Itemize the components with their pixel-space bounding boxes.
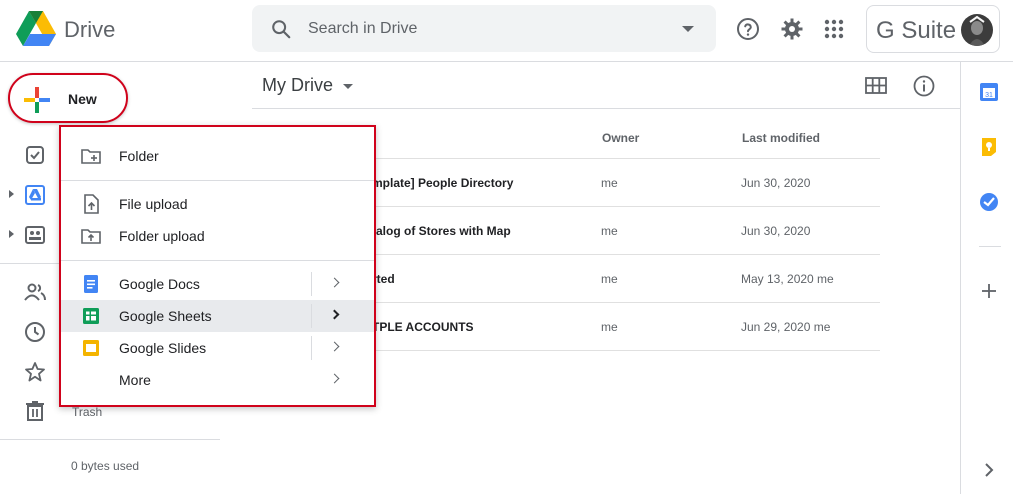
recent-clock-icon[interactable] xyxy=(24,321,46,343)
table-row[interactable]: mplate] People Directory me Jun 30, 2020 xyxy=(300,158,880,206)
expand-my-drive-icon[interactable] xyxy=(9,190,14,198)
toolbar-divider xyxy=(252,108,960,109)
submenu-separator xyxy=(311,272,312,296)
search-icon[interactable] xyxy=(270,18,292,40)
my-drive-icon[interactable] xyxy=(24,184,46,206)
menu-item-file-upload[interactable]: File upload xyxy=(61,188,374,220)
google-slides-icon xyxy=(83,340,99,356)
submenu-chevron-icon[interactable] xyxy=(329,277,340,288)
table-row[interactable]: rted me May 13, 2020 me xyxy=(300,254,880,302)
avatar[interactable] xyxy=(961,14,993,46)
file-name: mplate] People Directory xyxy=(372,176,514,190)
trash-icon[interactable] xyxy=(24,400,46,422)
search-options-icon[interactable] xyxy=(682,26,694,32)
menu-item-more[interactable]: More xyxy=(61,364,374,396)
page-title[interactable]: My Drive xyxy=(262,75,333,96)
search-input[interactable] xyxy=(308,16,668,42)
folder-upload-icon xyxy=(81,229,101,244)
column-header-last-modified[interactable]: Last modified xyxy=(742,131,820,145)
submenu-chevron-icon[interactable] xyxy=(329,309,340,320)
file-owner: me xyxy=(601,272,618,286)
menu-item-google-sheets[interactable]: Google Sheets xyxy=(61,300,374,332)
top-bar: Drive G Su xyxy=(0,0,1013,62)
info-icon[interactable] xyxy=(913,75,935,97)
file-modified: Jun 29, 2020 me xyxy=(741,320,831,334)
my-drive-dropdown-icon[interactable] xyxy=(343,84,353,89)
menu-divider xyxy=(61,180,374,181)
column-header-owner[interactable]: Owner xyxy=(602,131,639,145)
starred-icon[interactable] xyxy=(24,361,46,383)
table-bottom-border xyxy=(300,350,880,351)
tasks-icon[interactable] xyxy=(979,192,999,212)
new-button[interactable]: New xyxy=(8,73,128,123)
file-owner: me xyxy=(601,176,618,190)
sidebar-item-trash[interactable]: Trash xyxy=(72,405,102,419)
file-name: talog of Stores with Map xyxy=(372,224,511,238)
calendar-icon[interactable]: 31 xyxy=(979,82,999,102)
add-addon-plus-icon[interactable] xyxy=(979,281,999,301)
app-name[interactable]: Drive xyxy=(64,17,115,43)
storage-usage: 0 bytes used xyxy=(71,459,140,473)
submenu-separator xyxy=(311,336,312,360)
storage-divider xyxy=(0,439,220,440)
file-modified: Jun 30, 2020 xyxy=(741,176,811,190)
side-panel: 31 xyxy=(960,62,1013,494)
plus-icon xyxy=(24,87,50,113)
menu-item-folder[interactable]: Folder xyxy=(61,140,374,172)
help-icon[interactable] xyxy=(736,17,760,41)
shared-with-me-icon[interactable] xyxy=(24,281,46,303)
file-upload-icon xyxy=(84,194,99,214)
table-row[interactable]: TPLE ACCOUNTS me Jun 29, 2020 me xyxy=(300,302,880,350)
file-owner: me xyxy=(601,224,618,238)
menu-item-label: More xyxy=(119,372,151,388)
new-button-label: New xyxy=(68,91,97,107)
new-folder-icon xyxy=(81,149,101,164)
submenu-separator xyxy=(311,304,312,328)
side-panel-divider xyxy=(979,246,1001,247)
apps-grid-icon[interactable] xyxy=(822,17,846,41)
menu-item-label: Folder xyxy=(119,148,159,164)
shared-drives-icon[interactable] xyxy=(24,224,46,246)
file-name: TPLE ACCOUNTS xyxy=(372,320,474,334)
menu-item-label: Google Sheets xyxy=(119,308,212,324)
grid-view-icon[interactable] xyxy=(865,76,887,96)
menu-item-label: File upload xyxy=(119,196,188,212)
search-bar[interactable] xyxy=(252,5,716,52)
table-row[interactable]: talog of Stores with Map me Jun 30, 2020 xyxy=(300,206,880,254)
expand-panel-chevron-icon[interactable] xyxy=(979,460,999,480)
submenu-chevron-icon[interactable] xyxy=(329,373,340,384)
menu-item-google-slides[interactable]: Google Slides xyxy=(61,332,374,364)
menu-item-folder-upload[interactable]: Folder upload xyxy=(61,220,374,252)
menu-item-label: Google Slides xyxy=(119,340,207,356)
expand-shared-drives-icon[interactable] xyxy=(9,230,14,238)
menu-item-label: Google Docs xyxy=(119,276,200,292)
priority-checkbox-icon[interactable] xyxy=(24,144,46,166)
drive-logo-icon[interactable] xyxy=(16,11,56,47)
file-owner: me xyxy=(601,320,618,334)
menu-item-google-docs[interactable]: Google Docs xyxy=(61,268,374,300)
menu-divider xyxy=(61,260,374,261)
svg-text:31: 31 xyxy=(985,92,993,99)
account-switcher[interactable]: G Suite xyxy=(866,5,1000,53)
file-modified: Jun 30, 2020 xyxy=(741,224,811,238)
new-menu: Folder File upload Folder upload Google … xyxy=(59,125,376,407)
settings-gear-icon[interactable] xyxy=(780,17,804,41)
submenu-chevron-icon[interactable] xyxy=(329,341,340,352)
file-modified: May 13, 2020 me xyxy=(741,272,834,286)
google-docs-icon xyxy=(84,275,98,293)
menu-item-label: Folder upload xyxy=(119,228,205,244)
google-sheets-icon xyxy=(83,308,99,324)
suite-label: G Suite xyxy=(876,17,957,44)
keep-icon[interactable] xyxy=(979,137,999,157)
